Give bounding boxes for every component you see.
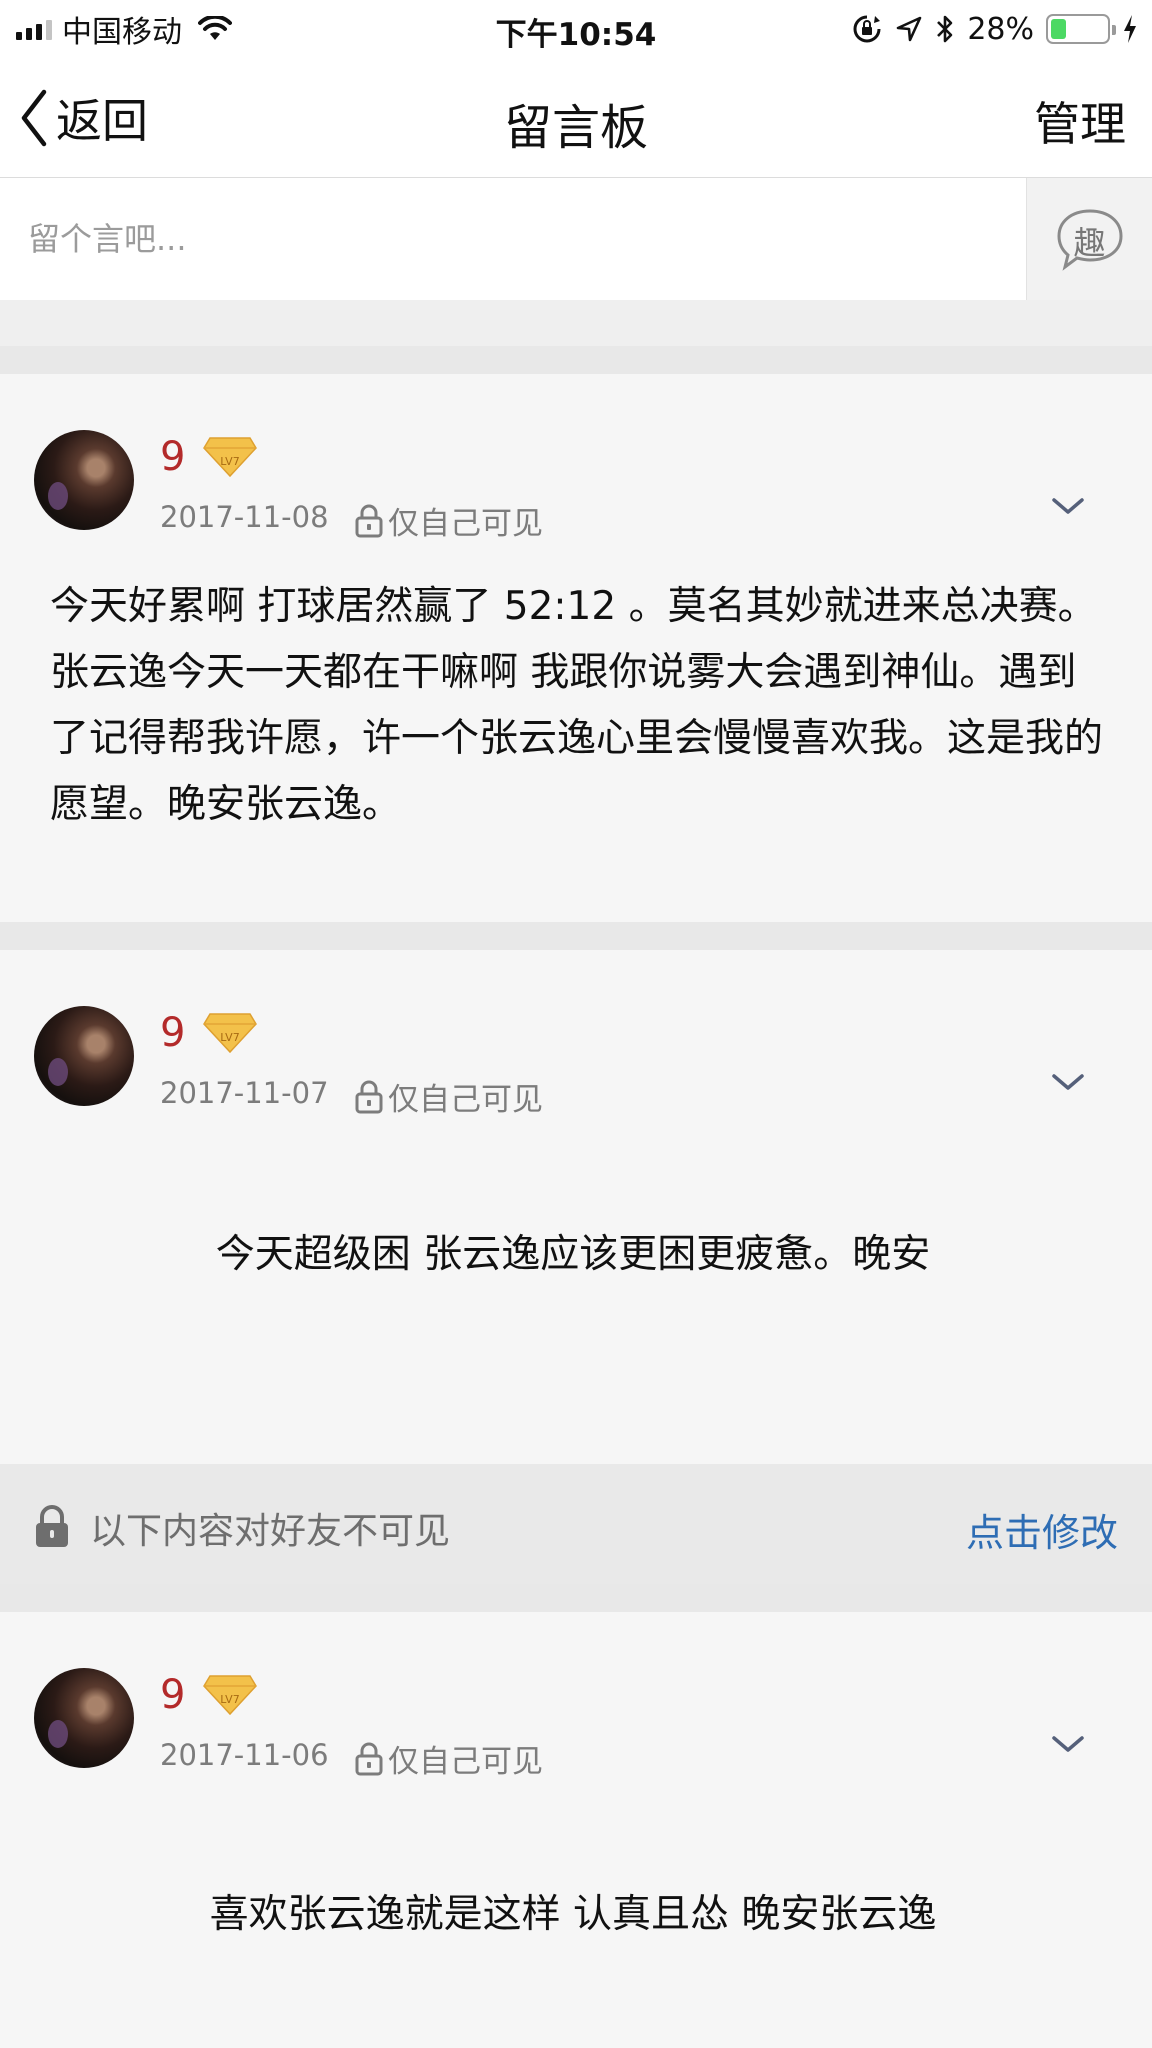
lock-icon bbox=[355, 504, 383, 537]
level-label: LV7 bbox=[220, 455, 239, 468]
post-date: 2017-11-08 bbox=[160, 500, 329, 534]
visibility-label: 仅自己可见 bbox=[354, 1074, 543, 1119]
post-card: 9 LV7 2017-11-06 仅自己可见 喜欢张云逸就是这样 认真且怂 晚安… bbox=[0, 1612, 1152, 2048]
status-right: 28% bbox=[851, 10, 1138, 48]
visibility-label: 仅自己可见 bbox=[354, 498, 543, 543]
divider bbox=[0, 922, 1152, 950]
fun-stickers-button[interactable]: 趣 bbox=[1026, 178, 1152, 300]
author-name[interactable]: 9 bbox=[160, 1010, 185, 1056]
lock-icon bbox=[36, 1505, 68, 1547]
page-title: 留言板 bbox=[503, 100, 648, 156]
chevron-down-icon[interactable] bbox=[1046, 1724, 1090, 1764]
post-text: 今天超级困 张云逸应该更困更疲惫。晚安 bbox=[215, 1232, 931, 1277]
level-diamond-badge-icon: LV7 bbox=[203, 1013, 257, 1054]
visibility-text: 仅自己可见 bbox=[388, 1082, 543, 1118]
bluetooth-icon bbox=[937, 15, 953, 43]
rotation-lock-icon bbox=[853, 15, 881, 43]
edit-privacy-link[interactable]: 点击修改 bbox=[966, 1502, 1118, 1557]
avatar[interactable] bbox=[34, 1006, 134, 1106]
post-date: 2017-11-07 bbox=[160, 1076, 329, 1110]
lock-icon bbox=[355, 1742, 383, 1775]
message-composer: 趣 bbox=[0, 178, 1152, 300]
avatar[interactable] bbox=[34, 430, 134, 530]
level-diamond-badge-icon: LV7 bbox=[203, 437, 257, 478]
visibility-text: 仅自己可见 bbox=[388, 1744, 543, 1780]
charging-bolt-icon bbox=[1124, 15, 1136, 43]
post-text: 喜欢张云逸就是这样 认真且怂 晚安张云逸 bbox=[209, 1892, 937, 1937]
fun-button-label: 趣 bbox=[1073, 224, 1106, 262]
divider bbox=[0, 1584, 1152, 1612]
battery-percent: 28% bbox=[967, 11, 1034, 47]
chevron-down-icon[interactable] bbox=[1046, 1062, 1090, 1102]
avatar[interactable] bbox=[34, 1668, 134, 1768]
privacy-notice-bar: 以下内容对好友不可见 点击修改 bbox=[0, 1464, 1152, 1584]
speech-bubble-icon: 趣 bbox=[1055, 207, 1125, 271]
post-card: 9 LV7 2017-11-08 仅自己可见 今天好累啊 打球居然赢了 52:1… bbox=[0, 374, 1152, 922]
level-diamond-badge-icon: LV7 bbox=[203, 1675, 257, 1716]
level-label: LV7 bbox=[220, 1693, 239, 1706]
visibility-text: 仅自己可见 bbox=[388, 506, 543, 542]
guestbook-screen: 中国移动 下午10:54 28% 返回 留言板 管理 留个言吧... 趣 9 L… bbox=[0, 0, 1152, 2048]
manage-button[interactable]: 管理 bbox=[1034, 88, 1126, 154]
post-date: 2017-11-06 bbox=[160, 1738, 329, 1772]
author-name[interactable]: 9 bbox=[160, 434, 185, 480]
level-label: LV7 bbox=[220, 1031, 239, 1044]
battery-level-fill bbox=[1051, 19, 1067, 39]
privacy-notice-text: 以下内容对好友不可见 bbox=[90, 1511, 451, 1552]
battery-icon bbox=[1046, 14, 1116, 44]
lock-icon bbox=[355, 1080, 383, 1113]
chevron-down-icon[interactable] bbox=[1046, 486, 1090, 526]
post-card: 9 LV7 2017-11-07 仅自己可见 今天超级困 张云逸应该更困更疲惫。… bbox=[0, 950, 1152, 1464]
divider bbox=[0, 346, 1152, 374]
status-bar: 中国移动 下午10:54 28% bbox=[0, 0, 1152, 58]
location-arrow-icon bbox=[897, 16, 922, 42]
post-text: 今天好累啊 打球居然赢了 52:12 。莫名其妙就进来总决赛。张云逸今天一天都在… bbox=[50, 584, 1104, 827]
author-name[interactable]: 9 bbox=[160, 1672, 185, 1718]
message-input[interactable] bbox=[0, 178, 1026, 300]
visibility-label: 仅自己可见 bbox=[354, 1736, 543, 1781]
navigation-bar: 返回 留言板 管理 bbox=[0, 58, 1152, 178]
spacer bbox=[0, 300, 1152, 346]
